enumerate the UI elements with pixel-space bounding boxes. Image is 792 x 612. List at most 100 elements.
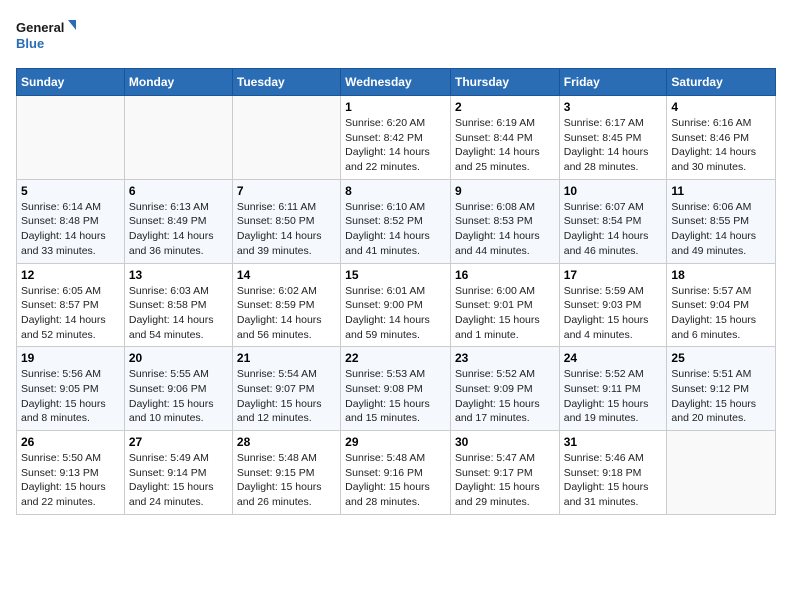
cell-content: Sunrise: 5:48 AM Sunset: 9:15 PM Dayligh… xyxy=(237,451,336,510)
calendar-week-row: 26 Sunrise: 5:50 AM Sunset: 9:13 PM Dayli… xyxy=(17,431,776,515)
header: General Blue xyxy=(16,16,776,56)
cell-content: Sunrise: 6:20 AM Sunset: 8:42 PM Dayligh… xyxy=(345,116,446,175)
cell-content: Sunrise: 5:54 AM Sunset: 9:07 PM Dayligh… xyxy=(237,367,336,426)
day-number: 29 xyxy=(345,435,446,449)
day-number: 7 xyxy=(237,184,336,198)
calendar-cell: 27 Sunrise: 5:49 AM Sunset: 9:14 PM Dayli… xyxy=(124,431,232,515)
day-number: 25 xyxy=(671,351,771,365)
day-number: 3 xyxy=(564,100,663,114)
cell-content: Sunrise: 5:59 AM Sunset: 9:03 PM Dayligh… xyxy=(564,284,663,343)
day-number: 31 xyxy=(564,435,663,449)
calendar-cell: 7 Sunrise: 6:11 AM Sunset: 8:50 PM Daylig… xyxy=(232,179,340,263)
cell-content: Sunrise: 6:11 AM Sunset: 8:50 PM Dayligh… xyxy=(237,200,336,259)
day-number: 1 xyxy=(345,100,446,114)
day-number: 8 xyxy=(345,184,446,198)
day-number: 21 xyxy=(237,351,336,365)
weekday-header: Saturday xyxy=(667,69,776,96)
cell-content: Sunrise: 6:05 AM Sunset: 8:57 PM Dayligh… xyxy=(21,284,120,343)
cell-content: Sunrise: 6:06 AM Sunset: 8:55 PM Dayligh… xyxy=(671,200,771,259)
cell-content: Sunrise: 5:50 AM Sunset: 9:13 PM Dayligh… xyxy=(21,451,120,510)
calendar-cell: 29 Sunrise: 5:48 AM Sunset: 9:16 PM Dayli… xyxy=(341,431,451,515)
calendar-cell: 18 Sunrise: 5:57 AM Sunset: 9:04 PM Dayli… xyxy=(667,263,776,347)
day-number: 14 xyxy=(237,268,336,282)
cell-content: Sunrise: 6:01 AM Sunset: 9:00 PM Dayligh… xyxy=(345,284,446,343)
calendar-cell: 25 Sunrise: 5:51 AM Sunset: 9:12 PM Dayli… xyxy=(667,347,776,431)
cell-content: Sunrise: 6:03 AM Sunset: 8:58 PM Dayligh… xyxy=(129,284,228,343)
calendar: SundayMondayTuesdayWednesdayThursdayFrid… xyxy=(16,68,776,515)
calendar-cell: 31 Sunrise: 5:46 AM Sunset: 9:18 PM Dayli… xyxy=(559,431,667,515)
cell-content: Sunrise: 5:53 AM Sunset: 9:08 PM Dayligh… xyxy=(345,367,446,426)
day-number: 22 xyxy=(345,351,446,365)
cell-content: Sunrise: 5:46 AM Sunset: 9:18 PM Dayligh… xyxy=(564,451,663,510)
calendar-cell: 16 Sunrise: 6:00 AM Sunset: 9:01 PM Dayli… xyxy=(450,263,559,347)
svg-text:Blue: Blue xyxy=(16,36,44,51)
calendar-cell: 11 Sunrise: 6:06 AM Sunset: 8:55 PM Dayli… xyxy=(667,179,776,263)
day-number: 26 xyxy=(21,435,120,449)
weekday-header-row: SundayMondayTuesdayWednesdayThursdayFrid… xyxy=(17,69,776,96)
calendar-cell: 22 Sunrise: 5:53 AM Sunset: 9:08 PM Dayli… xyxy=(341,347,451,431)
calendar-week-row: 19Sunrise: 5:56 AM Sunset: 9:05 PM Dayli… xyxy=(17,347,776,431)
cell-content: Sunrise: 6:14 AM Sunset: 8:48 PM Dayligh… xyxy=(21,200,120,259)
calendar-cell: 14 Sunrise: 6:02 AM Sunset: 8:59 PM Dayli… xyxy=(232,263,340,347)
calendar-cell: 12 Sunrise: 6:05 AM Sunset: 8:57 PM Dayli… xyxy=(17,263,125,347)
cell-content: Sunrise: 5:48 AM Sunset: 9:16 PM Dayligh… xyxy=(345,451,446,510)
cell-content: Sunrise: 6:00 AM Sunset: 9:01 PM Dayligh… xyxy=(455,284,555,343)
calendar-cell: 28 Sunrise: 5:48 AM Sunset: 9:15 PM Dayli… xyxy=(232,431,340,515)
day-number: 24 xyxy=(564,351,663,365)
day-number: 15 xyxy=(345,268,446,282)
day-number: 9 xyxy=(455,184,555,198)
weekday-header: Tuesday xyxy=(232,69,340,96)
calendar-cell xyxy=(124,96,232,180)
calendar-cell: 23 Sunrise: 5:52 AM Sunset: 9:09 PM Dayli… xyxy=(450,347,559,431)
svg-text:General: General xyxy=(16,20,64,35)
calendar-cell: 8 Sunrise: 6:10 AM Sunset: 8:52 PM Daylig… xyxy=(341,179,451,263)
cell-content: Sunrise: 6:08 AM Sunset: 8:53 PM Dayligh… xyxy=(455,200,555,259)
calendar-cell: 30 Sunrise: 5:47 AM Sunset: 9:17 PM Dayli… xyxy=(450,431,559,515)
day-number: 2 xyxy=(455,100,555,114)
day-number: 18 xyxy=(671,268,771,282)
day-number: 28 xyxy=(237,435,336,449)
calendar-cell: 10Sunrise: 6:07 AM Sunset: 8:54 PM Dayli… xyxy=(559,179,667,263)
day-number: 5 xyxy=(21,184,120,198)
day-number: 13 xyxy=(129,268,228,282)
weekday-header: Thursday xyxy=(450,69,559,96)
weekday-header: Sunday xyxy=(17,69,125,96)
calendar-cell: 5 Sunrise: 6:14 AM Sunset: 8:48 PM Daylig… xyxy=(17,179,125,263)
day-number: 11 xyxy=(671,184,771,198)
calendar-cell: 21 Sunrise: 5:54 AM Sunset: 9:07 PM Dayli… xyxy=(232,347,340,431)
cell-content: Sunrise: 5:47 AM Sunset: 9:17 PM Dayligh… xyxy=(455,451,555,510)
calendar-cell: 6 Sunrise: 6:13 AM Sunset: 8:49 PM Daylig… xyxy=(124,179,232,263)
cell-content: Sunrise: 6:19 AM Sunset: 8:44 PM Dayligh… xyxy=(455,116,555,175)
cell-content: Sunrise: 6:02 AM Sunset: 8:59 PM Dayligh… xyxy=(237,284,336,343)
day-number: 10 xyxy=(564,184,663,198)
calendar-week-row: 12 Sunrise: 6:05 AM Sunset: 8:57 PM Dayli… xyxy=(17,263,776,347)
day-number: 30 xyxy=(455,435,555,449)
cell-content: Sunrise: 6:13 AM Sunset: 8:49 PM Dayligh… xyxy=(129,200,228,259)
cell-content: Sunrise: 5:57 AM Sunset: 9:04 PM Dayligh… xyxy=(671,284,771,343)
day-number: 4 xyxy=(671,100,771,114)
calendar-cell: 24 Sunrise: 5:52 AM Sunset: 9:11 PM Dayli… xyxy=(559,347,667,431)
logo: General Blue xyxy=(16,16,76,56)
day-number: 12 xyxy=(21,268,120,282)
calendar-cell xyxy=(17,96,125,180)
cell-content: Sunrise: 5:55 AM Sunset: 9:06 PM Dayligh… xyxy=(129,367,228,426)
calendar-week-row: 5 Sunrise: 6:14 AM Sunset: 8:48 PM Daylig… xyxy=(17,179,776,263)
weekday-header: Monday xyxy=(124,69,232,96)
calendar-week-row: 1 Sunrise: 6:20 AM Sunset: 8:42 PM Daylig… xyxy=(17,96,776,180)
cell-content: Sunrise: 5:51 AM Sunset: 9:12 PM Dayligh… xyxy=(671,367,771,426)
day-number: 6 xyxy=(129,184,228,198)
cell-content: Sunrise: 6:10 AM Sunset: 8:52 PM Dayligh… xyxy=(345,200,446,259)
day-number: 23 xyxy=(455,351,555,365)
cell-content: Sunrise: 5:52 AM Sunset: 9:11 PM Dayligh… xyxy=(564,367,663,426)
weekday-header: Friday xyxy=(559,69,667,96)
calendar-cell: 9 Sunrise: 6:08 AM Sunset: 8:53 PM Daylig… xyxy=(450,179,559,263)
cell-content: Sunrise: 5:49 AM Sunset: 9:14 PM Dayligh… xyxy=(129,451,228,510)
day-number: 16 xyxy=(455,268,555,282)
calendar-cell: 17Sunrise: 5:59 AM Sunset: 9:03 PM Dayli… xyxy=(559,263,667,347)
calendar-cell: 2 Sunrise: 6:19 AM Sunset: 8:44 PM Daylig… xyxy=(450,96,559,180)
calendar-cell: 1 Sunrise: 6:20 AM Sunset: 8:42 PM Daylig… xyxy=(341,96,451,180)
day-number: 27 xyxy=(129,435,228,449)
cell-content: Sunrise: 5:52 AM Sunset: 9:09 PM Dayligh… xyxy=(455,367,555,426)
weekday-header: Wednesday xyxy=(341,69,451,96)
cell-content: Sunrise: 5:56 AM Sunset: 9:05 PM Dayligh… xyxy=(21,367,120,426)
